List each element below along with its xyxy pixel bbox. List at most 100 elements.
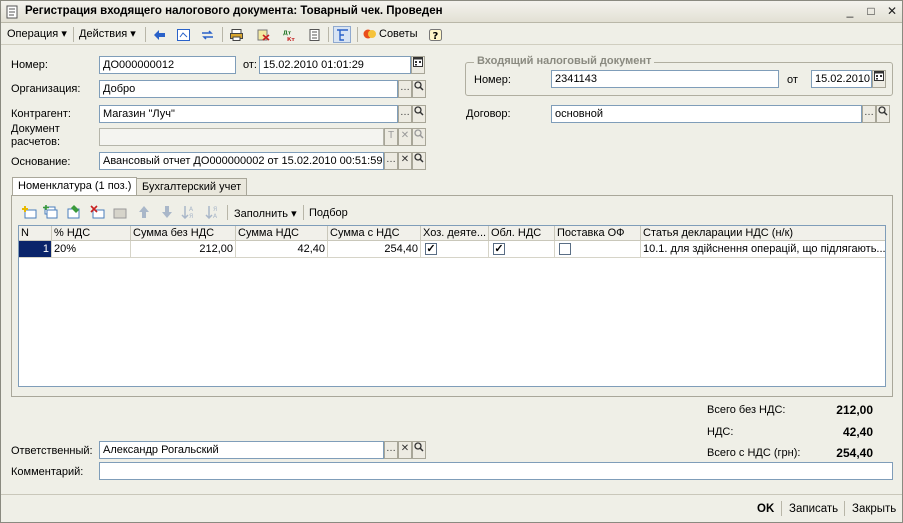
contractor-select-button[interactable]: … <box>398 105 412 123</box>
tips-button[interactable]: Советы <box>361 26 420 43</box>
date-field[interactable]: 15.02.2010 01:01:29 <box>259 56 411 74</box>
basis-select-button[interactable]: … <box>384 152 398 170</box>
minimize-button[interactable]: _ <box>841 4 859 20</box>
cell-sum-no-vat[interactable]: 212,00 <box>131 241 236 258</box>
document-icon <box>6 5 18 19</box>
incoming-calendar-button[interactable] <box>872 70 886 88</box>
title-bar[interactable]: Регистрация входящего налогового докумен… <box>1 1 902 23</box>
debit-credit-icon[interactable]: Дт Кт <box>280 26 298 43</box>
vat-accounting-checkbox[interactable]: ✓ <box>493 243 505 255</box>
hierarchy-icon[interactable] <box>333 26 351 43</box>
close-button[interactable]: Закрыть <box>848 501 900 519</box>
operation-menu[interactable]: Операция ▾ <box>4 26 70 43</box>
column-header-fixed-asset[interactable]: Поставка ОФ <box>555 226 641 241</box>
contract-field[interactable]: основной <box>551 105 862 123</box>
copy-row-icon[interactable] <box>43 205 58 219</box>
save-button[interactable]: Записать <box>785 501 842 519</box>
toolbar-separator <box>227 205 228 220</box>
magnifier-icon <box>414 442 424 452</box>
calendar-icon <box>874 71 884 81</box>
column-header-sum-with-vat[interactable]: Сумма с НДС <box>328 226 421 241</box>
fixed-asset-checkbox[interactable] <box>559 243 571 255</box>
toolbar-separator <box>303 205 304 220</box>
magnifier-icon <box>414 129 424 139</box>
print-icon[interactable] <box>227 26 245 43</box>
total-with-vat-label: Всего с НДС (грн): <box>707 447 801 459</box>
column-header-vat-sum[interactable]: Сумма НДС <box>236 226 328 241</box>
comment-field[interactable] <box>99 462 893 480</box>
add-row-icon[interactable] <box>22 205 37 219</box>
calendar-button[interactable] <box>411 56 425 74</box>
cell-n[interactable]: 1 <box>19 241 52 258</box>
contractor-label: Контрагент: <box>11 108 71 120</box>
responsible-open-button[interactable] <box>412 441 426 459</box>
mark-delete-row-icon[interactable] <box>113 205 128 219</box>
type-select-button[interactable]: T <box>384 128 398 146</box>
button-separator <box>844 501 845 516</box>
basis-open-button[interactable] <box>412 152 426 170</box>
number-field[interactable]: ДО000000012 <box>99 56 236 74</box>
toolbar-separator <box>357 27 358 42</box>
settlement-doc-open-button[interactable] <box>412 128 426 146</box>
exchange-icon[interactable] <box>198 26 216 43</box>
ok-button[interactable]: OK <box>753 501 778 519</box>
structure-icon[interactable] <box>174 26 192 43</box>
sort-descending-icon[interactable]: ЯA <box>205 205 221 219</box>
cell-vat-rate[interactable]: 20% <box>52 241 131 258</box>
contract-select-button[interactable]: … <box>862 105 876 123</box>
close-window-button[interactable]: ✕ <box>883 4 901 20</box>
sort-ascending-icon[interactable]: AЯ <box>181 205 197 219</box>
select-button[interactable]: Подбор <box>309 207 348 219</box>
column-header-n[interactable]: N <box>19 226 52 241</box>
actions-menu[interactable]: Действия ▾ <box>76 26 139 43</box>
contractor-open-button[interactable] <box>412 105 426 123</box>
organization-field[interactable]: Добро <box>99 80 398 98</box>
maximize-button[interactable]: □ <box>862 4 880 20</box>
cell-declaration-article[interactable]: 10.1. для здійснення операцій, що підляг… <box>641 241 885 258</box>
clear-button[interactable]: ✕ <box>398 128 412 146</box>
contractor-field[interactable]: Магазин "Луч" <box>99 105 398 123</box>
delete-row-icon[interactable] <box>90 205 105 219</box>
cell-sum-with-vat[interactable]: 254,40 <box>328 241 421 258</box>
cell-econ-activity[interactable]: ✓ <box>421 241 489 258</box>
column-header-declaration-article[interactable]: Статья декларации НДС (н/к) <box>641 226 885 241</box>
incoming-tax-doc-title: Входящий налоговый документ <box>474 55 655 67</box>
nomenclature-table[interactable]: N % НДС Сумма без НДС Сумма НДС Сумма с … <box>18 225 886 387</box>
cell-vat-sum[interactable]: 42,40 <box>236 241 328 258</box>
basis-clear-button[interactable]: ✕ <box>398 152 412 170</box>
help-icon: ? <box>429 29 442 41</box>
tab-nomenclature[interactable]: Номенклатура (1 поз.) <box>12 177 138 196</box>
edit-row-icon[interactable] <box>66 205 81 219</box>
basis-field[interactable]: Авансовый отчет ДО000000002 от 15.02.201… <box>99 152 384 170</box>
responsible-field[interactable]: Александр Рогальский <box>99 441 384 459</box>
move-down-icon[interactable] <box>161 205 173 219</box>
toolbar-separator <box>145 27 146 42</box>
responsible-select-button[interactable]: … <box>384 441 398 459</box>
responsible-clear-button[interactable]: ✕ <box>398 441 412 459</box>
organization-select-button[interactable]: … <box>398 80 412 98</box>
incoming-date-field[interactable]: 15.02.2010 <box>811 70 872 88</box>
cell-fixed-asset[interactable] <box>555 241 641 258</box>
column-header-econ-activity[interactable]: Хоз. деяте... <box>421 226 489 241</box>
settlement-doc-field[interactable] <box>99 128 384 146</box>
contract-label: Договор: <box>466 108 511 120</box>
column-header-vat-rate[interactable]: % НДС <box>52 226 131 241</box>
contract-open-button[interactable] <box>876 105 890 123</box>
fill-menu[interactable]: Заполнить ▾ <box>234 207 297 220</box>
column-header-sum-no-vat[interactable]: Сумма без НДС <box>131 226 236 241</box>
calendar-icon <box>413 57 423 67</box>
delete-mark-icon[interactable] <box>254 26 272 43</box>
journal-icon[interactable] <box>305 26 323 43</box>
tab-accounting[interactable]: Бухгалтерский учет <box>136 178 248 196</box>
magnifier-icon <box>414 106 424 116</box>
econ-activity-checkbox[interactable]: ✓ <box>425 243 437 255</box>
cell-vat-accounting[interactable]: ✓ <box>489 241 555 258</box>
organization-open-button[interactable] <box>412 80 426 98</box>
date-from-label: от: <box>243 59 257 71</box>
help-button[interactable]: ? <box>426 26 444 43</box>
svg-text:Я: Я <box>213 206 217 213</box>
navigate-back-icon[interactable] <box>150 26 168 43</box>
move-up-icon[interactable] <box>138 205 150 219</box>
incoming-number-field[interactable]: 2341143 <box>551 70 779 88</box>
column-header-vat-accounting[interactable]: Обл. НДС <box>489 226 555 241</box>
